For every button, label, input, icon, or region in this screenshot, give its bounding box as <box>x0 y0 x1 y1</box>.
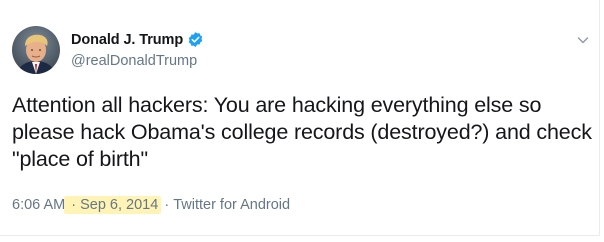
name-row: Donald J. Trump <box>71 31 204 48</box>
user-handle[interactable]: @realDonaldTrump <box>71 53 197 69</box>
tweet-card: Donald J. Trump @realDonaldTrump Attenti… <box>0 0 600 236</box>
display-name[interactable]: Donald J. Trump <box>71 32 183 48</box>
separator: · <box>160 197 174 213</box>
tweet-text: Attention all hackers: You are hacking e… <box>12 93 592 171</box>
tweet-source[interactable]: Twitter for Android <box>173 197 290 213</box>
avatar-photo <box>12 26 60 74</box>
tweet-date-highlighted: · Sep 6, 2014 <box>64 196 162 214</box>
tweet-date[interactable]: Sep 6, 2014 <box>80 197 158 213</box>
separator: · <box>67 197 81 213</box>
tweet-time[interactable]: 6:06 AM <box>12 197 65 213</box>
verified-badge-icon <box>187 31 204 48</box>
avatar[interactable] <box>12 26 60 74</box>
chevron-down-icon[interactable] <box>576 33 590 47</box>
tweet-metadata: 6:06 AM · Sep 6, 2014 · Twitter for Andr… <box>12 196 290 214</box>
